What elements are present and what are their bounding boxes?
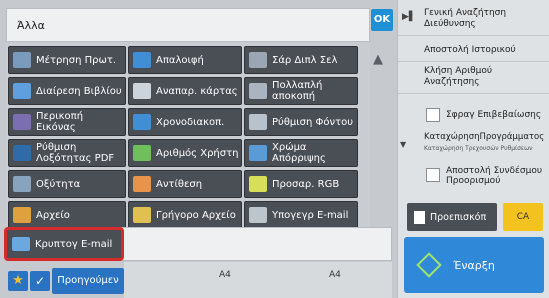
function-button-file[interactable]: Αρχείο	[8, 201, 126, 229]
function-button-multi-crop[interactable]: Πολλαπλή αποκοπή	[244, 77, 358, 105]
search-number-call-button[interactable]: Κλήση Αριθμού Αναζήτησης	[398, 66, 549, 94]
function-button-rgb[interactable]: Προσαρ. RGB	[244, 170, 358, 198]
function-label: Προσαρ. RGB	[272, 178, 340, 190]
function-button-book-divide[interactable]: Διαίρεση Βιβλίου	[8, 77, 126, 105]
card-icon	[133, 83, 151, 99]
image-crop-icon	[13, 114, 31, 130]
encrypted-email-label: Κρυπτογ E-mail	[35, 238, 113, 250]
function-button-image-crop[interactable]: Περικοπή Εικόνας	[8, 108, 126, 136]
function-button-dual-page[interactable]: Σάρ Διπλ Σελ	[244, 46, 358, 74]
multi-crop-icon	[249, 83, 267, 99]
preview-button[interactable]: Προεπισκόπ	[407, 203, 497, 231]
function-button-user-number[interactable]: Αριθμός Χρήστη	[128, 139, 242, 167]
function-label: Γρήγορο Αρχείο	[156, 209, 236, 221]
function-button-sharpness[interactable]: Οξύτητα	[8, 170, 126, 198]
function-button-erase[interactable]: Απαλοιφή	[128, 46, 242, 74]
program-register-button[interactable]: ΚαταχώρησηΠρογράμματος Καταχώρηση Τρεχου…	[398, 132, 549, 160]
paper-size-left: A4	[219, 270, 231, 280]
function-label: Οξύτητα	[36, 178, 81, 190]
color-drop-icon	[249, 145, 267, 161]
function-label: Αριθμός Χρήστη	[156, 147, 239, 159]
counter-icon	[13, 52, 31, 68]
erase-icon	[133, 52, 151, 68]
favorite-star-icon[interactable]: ★	[8, 271, 28, 291]
start-button[interactable]: Έναρξη	[404, 237, 544, 293]
function-label: Σάρ Διπλ Σελ	[272, 54, 338, 66]
function-label: Ρύθμιση Φόντου	[272, 116, 354, 128]
function-label: Διαίρεση Βιβλίου	[36, 85, 122, 97]
rgb-icon	[249, 176, 267, 192]
file-icon	[13, 207, 31, 223]
scroll-up-icon[interactable]: ▲	[364, 46, 392, 74]
function-label: Χρώμα Απόρριψης	[272, 142, 326, 164]
program-label: ΚαταχώρησηΠρογράμματος	[424, 132, 545, 142]
function-label: Υπογεγρ E-mail	[272, 209, 349, 221]
status-row: A4 A4	[124, 262, 392, 298]
function-label: Αναπαρ. κάρτας	[156, 85, 238, 97]
stamp-label: Σφραγ Επιβεβαίωσης	[446, 110, 542, 120]
function-label: Αντίθεση	[156, 178, 203, 190]
sharpness-icon	[13, 176, 31, 192]
contrast-icon	[133, 176, 151, 192]
page-title: Άλλα	[17, 19, 45, 32]
ca-button[interactable]: CA	[503, 203, 543, 231]
link-label: Αποστολή Συνδέσμου Προορισμού	[446, 166, 543, 186]
stamp-checkbox[interactable]	[426, 108, 440, 122]
signed-mail-icon	[249, 207, 267, 223]
timer-icon	[133, 114, 151, 130]
function-label: Ρύθμιση Λοξότητας PDF	[36, 142, 115, 164]
program-sublabel: Καταχώρηση Τρεχουσών Ρυθμίσεων	[424, 145, 533, 152]
options-title-bar: Άλλα	[6, 8, 370, 42]
global-address-search-button[interactable]: Γενική Αναζήτηση Διεύθυνσης	[398, 8, 549, 36]
paper-size-right: A4	[329, 270, 341, 280]
encrypted-mail-icon	[12, 237, 30, 251]
function-button-background[interactable]: Ρύθμιση Φόντου	[244, 108, 358, 136]
start-label: Έναρξη	[453, 258, 495, 272]
book-divide-icon	[13, 83, 31, 99]
ok-button[interactable]: OK	[371, 9, 393, 31]
function-button-counter[interactable]: Μέτρηση Πρωτ.	[8, 46, 126, 74]
dual-page-icon	[249, 52, 267, 68]
encrypted-email-button[interactable]: Κρυπτογ E-mail	[4, 227, 124, 261]
user-number-icon	[133, 145, 151, 161]
background-icon	[249, 114, 267, 130]
function-button-color-drop[interactable]: Χρώμα Απόρριψης	[244, 139, 358, 167]
quick-file-icon	[133, 207, 151, 223]
send-history-button[interactable]: Αποστολή Ιστορικού	[398, 40, 549, 62]
function-label: Χρονοδιακοπ.	[156, 116, 225, 128]
function-button-signed-mail[interactable]: Υπογεγρ E-mail	[244, 201, 358, 229]
function-button-timer[interactable]: Χρονοδιακοπ.	[128, 108, 242, 136]
function-label: Περικοπή Εικόνας	[36, 111, 84, 133]
previous-button[interactable]: Προηγούμεν	[52, 268, 124, 294]
link-checkbox[interactable]	[426, 168, 440, 182]
function-button-card[interactable]: Αναπαρ. κάρτας	[128, 77, 242, 105]
function-button-quick-file[interactable]: Γρήγορο Αρχείο	[128, 201, 242, 229]
function-label: Απαλοιφή	[156, 54, 204, 66]
function-label: Πολλαπλή αποκοπή	[272, 80, 323, 102]
pdf-skew-icon	[13, 145, 31, 161]
start-icon	[416, 252, 442, 278]
function-label: Μέτρηση Πρωτ.	[36, 54, 117, 66]
function-button-pdf-skew[interactable]: Ρύθμιση Λοξότητας PDF	[8, 139, 126, 167]
preview-label: Προεπισκόπ	[430, 211, 487, 223]
preview-icon	[414, 210, 425, 224]
function-label: Αρχείο	[36, 209, 70, 221]
function-button-contrast[interactable]: Αντίθεση	[128, 170, 242, 198]
check-icon[interactable]: ✓	[30, 271, 50, 291]
